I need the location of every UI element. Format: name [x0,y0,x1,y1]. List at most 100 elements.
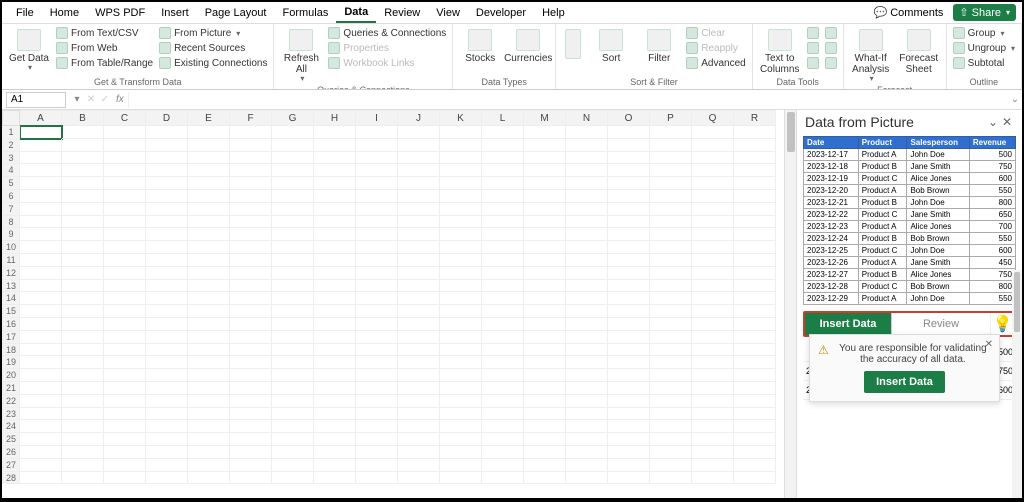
cell[interactable] [398,420,440,433]
cell[interactable] [314,344,356,357]
cell[interactable] [482,203,524,216]
cell[interactable] [608,190,650,203]
cell[interactable] [566,241,608,254]
bulb-icon[interactable]: 💡 [990,313,1014,335]
cell[interactable] [608,139,650,152]
cell[interactable] [524,190,566,203]
cell[interactable] [146,280,188,293]
cell[interactable] [398,356,440,369]
cell[interactable] [692,177,734,190]
cell[interactable] [440,228,482,241]
vertical-scrollbar[interactable] [784,110,796,498]
cell[interactable] [230,292,272,305]
cell[interactable] [356,369,398,382]
cell[interactable] [566,420,608,433]
cell[interactable] [734,433,776,446]
cell[interactable] [356,152,398,165]
cell[interactable] [650,344,692,357]
cell[interactable] [104,267,146,280]
cell[interactable] [692,408,734,421]
menu-tab-help[interactable]: Help [534,4,573,22]
cell[interactable] [62,356,104,369]
cell[interactable] [62,382,104,395]
cell[interactable] [104,177,146,190]
cell[interactable] [356,356,398,369]
row-header[interactable]: 13 [2,280,20,293]
cell[interactable] [566,344,608,357]
cell[interactable] [482,280,524,293]
cell[interactable] [608,305,650,318]
cell[interactable] [272,356,314,369]
data-validation-button[interactable] [807,56,819,70]
row-header[interactable]: 17 [2,331,20,344]
popup-insert-data-button[interactable]: Insert Data [864,371,945,393]
row-header[interactable]: 20 [2,369,20,382]
cell[interactable] [314,459,356,472]
col-header-G[interactable]: G [272,110,314,126]
scrollbar-thumb[interactable] [787,112,795,152]
cell[interactable] [20,459,62,472]
row-header[interactable]: 23 [2,408,20,421]
cell[interactable] [608,356,650,369]
cell[interactable] [650,292,692,305]
cell[interactable] [62,241,104,254]
data-model-button[interactable] [825,56,837,70]
cell[interactable] [272,305,314,318]
cell[interactable] [314,356,356,369]
cell[interactable] [734,254,776,267]
cell[interactable] [314,472,356,485]
cell[interactable] [62,305,104,318]
cell[interactable] [104,139,146,152]
cell[interactable] [146,472,188,485]
cell[interactable] [314,395,356,408]
flash-fill-button[interactable] [807,26,819,40]
cell[interactable] [314,408,356,421]
cell[interactable] [650,395,692,408]
cell[interactable] [104,318,146,331]
cell[interactable] [524,267,566,280]
cell[interactable] [230,152,272,165]
cell[interactable] [20,446,62,459]
cell[interactable] [146,241,188,254]
cell[interactable] [356,408,398,421]
cell[interactable] [650,356,692,369]
cell[interactable] [272,126,314,139]
cell[interactable] [692,433,734,446]
cell[interactable] [440,203,482,216]
cell[interactable] [440,459,482,472]
cell[interactable] [62,152,104,165]
cell[interactable] [104,228,146,241]
col-header-O[interactable]: O [608,110,650,126]
table-row[interactable]: 2023-12-24Product BBob Brown550 [804,233,1016,245]
cell[interactable] [314,164,356,177]
cell[interactable] [104,305,146,318]
cell[interactable] [230,241,272,254]
cell[interactable] [188,382,230,395]
cell[interactable] [566,305,608,318]
what-if-button[interactable]: What-If Analysis▾ [850,26,892,84]
cell[interactable] [230,408,272,421]
cell[interactable] [398,318,440,331]
cell[interactable] [230,177,272,190]
cell[interactable] [62,395,104,408]
cell[interactable] [272,395,314,408]
cell[interactable] [356,472,398,485]
cell[interactable] [104,126,146,139]
cell[interactable] [650,472,692,485]
cell[interactable] [188,305,230,318]
cell[interactable] [356,126,398,139]
cell[interactable] [188,241,230,254]
cell[interactable] [692,459,734,472]
cell[interactable] [734,241,776,254]
menu-tab-wps-pdf[interactable]: WPS PDF [87,4,153,22]
cell[interactable] [272,280,314,293]
cell[interactable] [188,433,230,446]
cell[interactable] [692,280,734,293]
cell[interactable] [440,382,482,395]
cell[interactable] [272,446,314,459]
cell[interactable] [146,139,188,152]
menu-tab-formulas[interactable]: Formulas [275,4,337,22]
cell[interactable] [230,267,272,280]
cell[interactable] [566,254,608,267]
popup-close-button[interactable]: ✕ [985,339,993,350]
